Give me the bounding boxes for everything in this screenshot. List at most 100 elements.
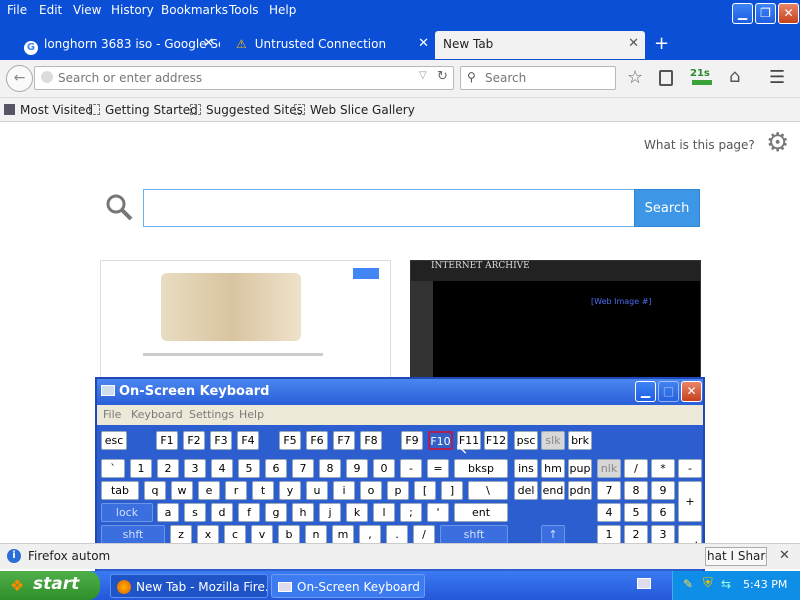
key-n[interactable]: n: [305, 525, 327, 544]
key-pup[interactable]: pup: [568, 459, 592, 478]
taskbar-item-osk[interactable]: On-Screen Keyboard: [271, 574, 425, 598]
bookmark-star-icon[interactable]: ☆: [627, 67, 643, 88]
network-icon[interactable]: ⇆: [721, 577, 731, 591]
key-q[interactable]: q: [144, 481, 166, 500]
key-r[interactable]: r: [225, 481, 247, 500]
menu-hamburger-icon[interactable]: ☰: [769, 67, 785, 88]
osk-close-button[interactable]: ✕: [681, 381, 702, 402]
key-num-9[interactable]: 9: [651, 481, 675, 500]
taskbar-item-firefox[interactable]: New Tab - Mozilla Fire...: [110, 574, 268, 598]
key-period[interactable]: .: [386, 525, 408, 544]
key-num-4[interactable]: 4: [597, 503, 621, 522]
menu-view[interactable]: View: [73, 3, 101, 17]
search-bar[interactable]: ⚲ Search: [460, 66, 616, 90]
choose-what-i-share-button[interactable]: hat I Share: [705, 547, 767, 566]
reload-icon[interactable]: ↻: [437, 69, 448, 84]
key-f[interactable]: f: [238, 503, 260, 522]
key-num-3[interactable]: 3: [651, 525, 675, 544]
top-site-tile-google[interactable]: [100, 260, 391, 380]
key-2[interactable]: 2: [157, 459, 179, 478]
security-shield-icon[interactable]: ⛨: [703, 576, 713, 591]
key-f5[interactable]: F5: [279, 431, 301, 450]
key-num-plus[interactable]: +: [678, 481, 702, 522]
menu-file[interactable]: File: [7, 3, 27, 17]
key-h[interactable]: h: [292, 503, 314, 522]
key-v[interactable]: v: [251, 525, 273, 544]
osk-minimize-button[interactable]: ▁: [635, 381, 656, 402]
restore-button[interactable]: ❐: [755, 3, 776, 24]
top-site-tile-archive[interactable]: INTERNET ARCHIVE [Web Image #]: [410, 260, 701, 380]
key-k[interactable]: k: [346, 503, 368, 522]
key-num-8[interactable]: 8: [624, 481, 648, 500]
back-arrow-icon[interactable]: ←: [6, 65, 33, 92]
key-g[interactable]: g: [265, 503, 287, 522]
key-f4[interactable]: F4: [237, 431, 259, 450]
osk-titlebar[interactable]: On-Screen Keyboard ▁ □ ✕: [97, 379, 703, 405]
key-brk[interactable]: brk: [568, 431, 592, 450]
dropdown-arrow-icon[interactable]: ▽: [419, 70, 427, 81]
key-bksp[interactable]: bksp: [454, 459, 508, 478]
key-x[interactable]: x: [197, 525, 219, 544]
key-p[interactable]: p: [387, 481, 409, 500]
key-shift-left[interactable]: shft: [101, 525, 165, 544]
key-comma[interactable]: ,: [359, 525, 381, 544]
close-tab-icon[interactable]: ✕: [203, 31, 214, 57]
key-j[interactable]: j: [319, 503, 341, 522]
key-num-2[interactable]: 2: [624, 525, 648, 544]
reading-list-icon[interactable]: [659, 70, 673, 86]
web-search-input[interactable]: [143, 189, 635, 227]
key-d[interactable]: d: [211, 503, 233, 522]
close-tab-icon[interactable]: ✕: [418, 31, 429, 57]
osk-menu-settings[interactable]: Settings: [189, 408, 234, 421]
minimize-button[interactable]: ▁: [732, 3, 753, 24]
address-bar[interactable]: Search or enter address ▽ ↻: [34, 66, 454, 90]
what-is-this-page-link[interactable]: What is this page?: [644, 138, 755, 152]
key-minus[interactable]: -: [400, 459, 422, 478]
clock[interactable]: 5:43 PM: [743, 578, 787, 591]
key-o[interactable]: o: [360, 481, 382, 500]
key-5[interactable]: 5: [238, 459, 260, 478]
key-f7[interactable]: F7: [333, 431, 355, 450]
key-y[interactable]: y: [279, 481, 301, 500]
key-lbracket[interactable]: [: [414, 481, 436, 500]
key-6[interactable]: 6: [265, 459, 287, 478]
osk-menu-keyboard[interactable]: Keyboard: [131, 408, 183, 421]
reader-count[interactable]: 21s: [690, 68, 710, 79]
key-f12[interactable]: F12: [484, 431, 508, 450]
key-num-5[interactable]: 5: [624, 503, 648, 522]
close-tab-icon[interactable]: ✕: [628, 31, 639, 57]
key-nlk[interactable]: nlk: [597, 459, 621, 478]
key-w[interactable]: w: [171, 481, 193, 500]
key-psc[interactable]: psc: [514, 431, 538, 450]
key-num-6[interactable]: 6: [651, 503, 675, 522]
key-e[interactable]: e: [198, 481, 220, 500]
bookmark-most-visited[interactable]: Most Visited: [4, 103, 93, 117]
menu-tools[interactable]: Tools: [229, 3, 259, 17]
key-arrow-up[interactable]: ↑: [541, 525, 565, 544]
key-s[interactable]: s: [184, 503, 206, 522]
key-semicolon[interactable]: ;: [400, 503, 422, 522]
key-1[interactable]: 1: [130, 459, 152, 478]
key-9[interactable]: 9: [346, 459, 368, 478]
key-rbracket[interactable]: ]: [441, 481, 463, 500]
menu-help[interactable]: Help: [269, 3, 296, 17]
key-l[interactable]: l: [373, 503, 395, 522]
tray-tool-icon[interactable]: ✎: [683, 577, 693, 591]
tab-google[interactable]: Glonghorn 3683 iso - Google Se... ✕: [18, 31, 220, 59]
gear-icon[interactable]: ⚙: [766, 128, 789, 158]
key-hm[interactable]: hm: [541, 459, 565, 478]
web-search-button[interactable]: Search: [634, 189, 700, 227]
key-f1[interactable]: F1: [156, 431, 178, 450]
key-f6[interactable]: F6: [306, 431, 328, 450]
bookmark-suggested-sites[interactable]: Suggested Sites: [190, 103, 303, 117]
key-num-star[interactable]: *: [651, 459, 675, 478]
key-t[interactable]: t: [252, 481, 274, 500]
tab-untrusted[interactable]: ⚠ Untrusted Connection ✕: [230, 31, 435, 59]
key-a[interactable]: a: [157, 503, 179, 522]
key-f9[interactable]: F9: [401, 431, 423, 450]
key-c[interactable]: c: [224, 525, 246, 544]
key-num-7[interactable]: 7: [597, 481, 621, 500]
key-z[interactable]: z: [170, 525, 192, 544]
key-esc[interactable]: esc: [101, 431, 127, 450]
close-notification-icon[interactable]: ✕: [779, 548, 790, 563]
